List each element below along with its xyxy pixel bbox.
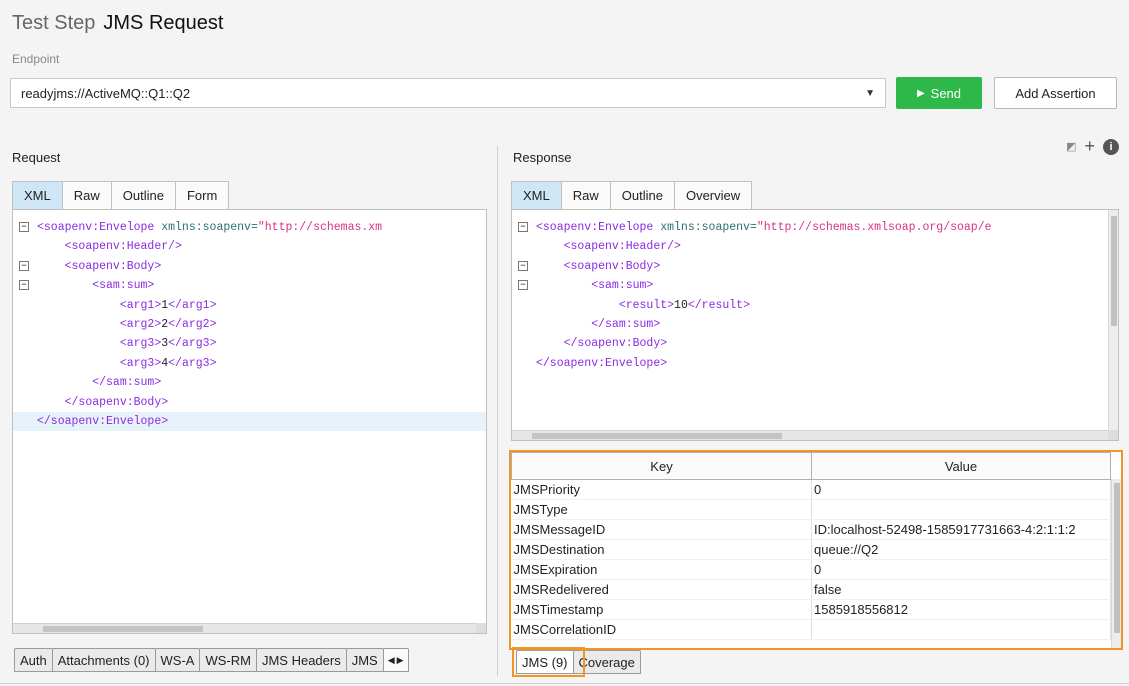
request-editor[interactable]: − <soapenv:Envelope xmlns:soapenv="http:/…	[12, 209, 487, 634]
info-icon[interactable]: i	[1103, 138, 1119, 155]
value-cell	[811, 619, 1111, 640]
table-row[interactable]: JMSRedelivered false	[511, 579, 1111, 600]
tab-response-raw[interactable]: Raw	[560, 181, 611, 209]
response-editor[interactable]: − <soapenv:Envelope xmlns:soapenv="http:/…	[511, 209, 1119, 441]
toolbar-icons: ◩ + i	[1066, 136, 1119, 157]
chevron-left-icon[interactable]: ◀	[388, 655, 395, 666]
minus-box-icon[interactable]: −	[518, 280, 528, 291]
chevron-down-icon[interactable]: ▼	[865, 88, 875, 99]
table-row[interactable]: JMSMessageID ID:localhost-52498-158591773…	[511, 519, 1111, 540]
chevron-right-icon[interactable]: ▶	[397, 655, 404, 666]
table-vertical-scrollbar[interactable]	[1111, 479, 1121, 648]
value-cell: 1585918556812	[811, 599, 1111, 620]
endpoint-value: readyjms://ActiveMQ::Q1::Q2	[21, 85, 191, 101]
tab-request-raw[interactable]: Raw	[61, 181, 112, 209]
tab-response-outline[interactable]: Outline	[609, 181, 675, 209]
minus-box-icon[interactable]: −	[518, 222, 528, 232]
minus-box-icon[interactable]: −	[19, 280, 29, 291]
tab-request-form[interactable]: Form	[174, 181, 230, 209]
resize-corner-icon	[1108, 430, 1118, 440]
response-tabs: XML Raw Outline Overview	[511, 181, 753, 209]
minus-box-icon[interactable]: −	[518, 260, 528, 271]
response-vertical-scrollbar[interactable]	[1108, 210, 1118, 430]
value-cell: 0	[811, 559, 1111, 580]
tab-response-xml[interactable]: XML	[511, 181, 562, 209]
key-cell: JMSCorrelationID	[511, 619, 812, 640]
jms-tab-highlight	[512, 647, 585, 677]
response-horizontal-scrollbar[interactable]	[512, 430, 1118, 440]
tab-attachments[interactable]: Attachments (0)	[51, 648, 156, 672]
key-cell: JMSType	[511, 499, 812, 520]
tab-request-xml[interactable]: XML	[12, 181, 63, 209]
table-row[interactable]: JMSCorrelationID	[511, 619, 1111, 640]
table-row[interactable]: JMSTimestamp 1585918556812	[511, 599, 1111, 620]
key-cell: JMSPriority	[511, 479, 812, 500]
response-label: Response	[513, 150, 572, 165]
minus-box-icon[interactable]: −	[19, 222, 29, 232]
request-label: Request	[12, 150, 61, 165]
value-cell: 0	[811, 479, 1111, 500]
play-icon: ▶	[916, 87, 925, 99]
table-row[interactable]: JMSType	[511, 499, 1111, 520]
minus-box-icon[interactable]: −	[19, 260, 29, 271]
tab-request-outline[interactable]: Outline	[110, 181, 176, 209]
tab-scroll-arrows[interactable]: ◀ ▶	[382, 648, 409, 672]
request-tabs: XML Raw Outline Form	[12, 181, 230, 209]
key-cell: JMSRedelivered	[511, 579, 812, 600]
key-cell: JMSTimestamp	[511, 599, 812, 620]
column-header-key[interactable]: Key	[511, 452, 812, 480]
pane-divider[interactable]	[497, 146, 498, 676]
title-name: JMS Request	[103, 12, 224, 34]
resize-corner-icon	[476, 623, 486, 633]
value-cell: queue://Q2	[811, 539, 1111, 560]
page-title: Test Step JMS Request	[12, 12, 223, 40]
tab-ws-a[interactable]: WS-A	[154, 648, 201, 672]
request-horizontal-scrollbar[interactable]	[13, 623, 486, 633]
tab-jms[interactable]: JMS	[345, 648, 384, 672]
send-label: Send	[930, 85, 962, 101]
value-cell: ID:localhost-52498-1585917731663-4:2:1:1…	[811, 519, 1111, 540]
tab-ws-rm[interactable]: WS-RM	[199, 648, 257, 672]
request-bottom-tabs: Auth Attachments (0) WS-A WS-RM JMS Head…	[14, 648, 409, 672]
column-header-value[interactable]: Value	[811, 452, 1111, 480]
endpoint-label: Endpoint	[12, 52, 60, 66]
endpoint-select[interactable]: readyjms://ActiveMQ::Q1::Q2 ▼	[10, 78, 886, 108]
table-row[interactable]: JMSDestination queue://Q2	[511, 539, 1111, 560]
table-row[interactable]: JMSPriority 0	[511, 479, 1111, 500]
footer-divider	[0, 683, 1129, 684]
table-row[interactable]: JMSExpiration 0	[511, 559, 1111, 580]
value-cell: false	[811, 579, 1111, 600]
plus-icon[interactable]: +	[1084, 136, 1095, 157]
key-cell: JMSExpiration	[511, 559, 812, 580]
layout-icon[interactable]: ◩	[1066, 140, 1076, 153]
key-cell: JMSDestination	[511, 539, 812, 560]
value-cell	[811, 499, 1111, 520]
add-assertion-button[interactable]: Add Assertion	[994, 77, 1117, 109]
tab-auth[interactable]: Auth	[14, 648, 53, 672]
tab-jms-headers[interactable]: JMS Headers	[255, 648, 347, 672]
jms-properties-table: Key Value JMSPriority 0 JMSType JMSMessag…	[509, 450, 1123, 650]
title-prefix: Test Step	[12, 12, 96, 34]
key-cell: JMSMessageID	[511, 519, 812, 540]
tab-response-overview[interactable]: Overview	[673, 181, 753, 209]
send-button[interactable]: ▶ Send	[896, 77, 982, 109]
